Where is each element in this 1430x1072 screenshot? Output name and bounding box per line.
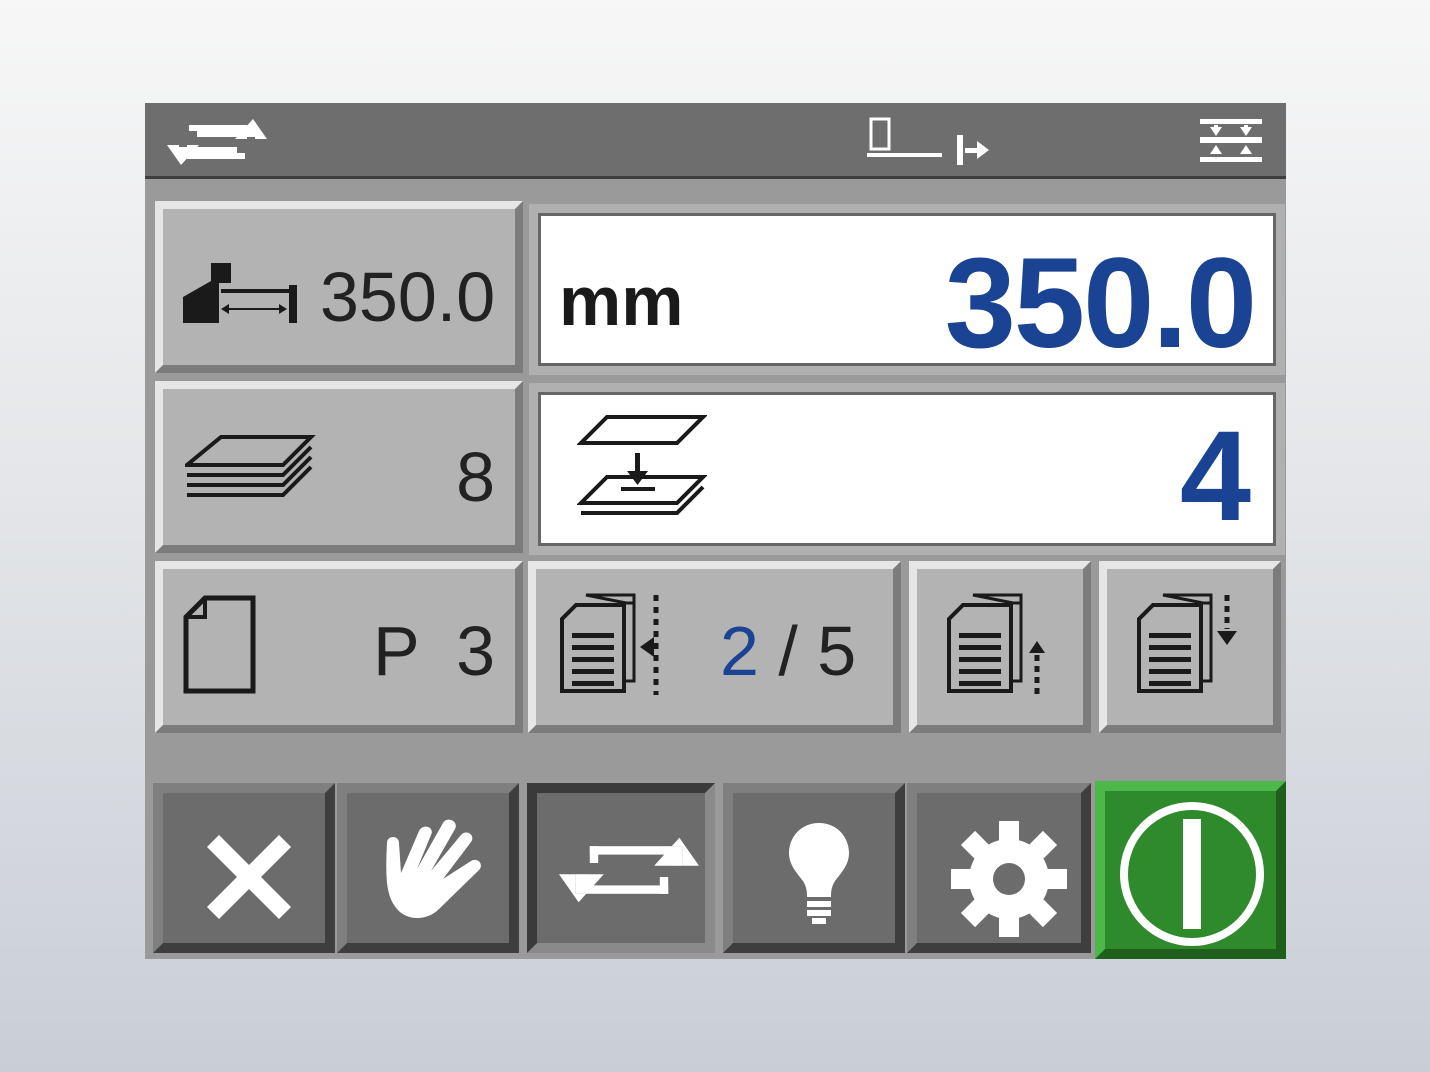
- settings-button[interactable]: [907, 783, 1091, 953]
- document-arrow-up-icon: [947, 593, 1067, 697]
- cycle-mode-button[interactable]: [527, 783, 715, 953]
- step-current: 2: [720, 612, 759, 690]
- gear-icon: [949, 821, 1069, 937]
- step-separator: /: [778, 612, 798, 690]
- sheet-transfer-icon: [577, 413, 707, 525]
- hand-icon: [373, 813, 497, 925]
- paper-stack-icon: [185, 431, 317, 507]
- sheet-count-display: 4: [529, 383, 1285, 555]
- backgauge-distance-icon: [181, 259, 303, 329]
- cancel-button[interactable]: [153, 783, 335, 953]
- measurement-value: 350.0: [944, 232, 1257, 375]
- unit-label: mm: [559, 262, 684, 340]
- program-prefix: P: [373, 612, 420, 690]
- close-icon: [207, 835, 291, 919]
- paper-edge-icon: [867, 117, 943, 161]
- program-number: 3: [456, 612, 495, 690]
- light-button[interactable]: [723, 783, 905, 953]
- step-down-key[interactable]: [1099, 561, 1281, 733]
- power-button[interactable]: [1095, 781, 1286, 959]
- measurement-display: mm 350.0: [529, 204, 1285, 375]
- power-icon: [1117, 799, 1267, 949]
- stack-count-key[interactable]: 8: [155, 381, 523, 553]
- step-total: 5: [817, 612, 857, 690]
- step-indicator: 2 / 5: [720, 611, 856, 691]
- step-key[interactable]: 2 / 5: [528, 561, 901, 733]
- program-key[interactable]: P 3: [155, 561, 523, 733]
- blank-page-icon: [183, 595, 259, 695]
- manual-mode-button[interactable]: [337, 783, 519, 953]
- cut-position-value: 350.0: [320, 258, 496, 336]
- press-beam-icon: [1200, 119, 1262, 163]
- cycle-icon: [167, 117, 267, 167]
- document-step-icon: [560, 593, 670, 697]
- light-bulb-icon: [787, 821, 851, 925]
- cycle-icon: [559, 835, 699, 905]
- cut-position-key[interactable]: 350.0: [155, 201, 523, 373]
- machine-control-panel: 350.0 mm 350.0 8 4 P 3 2 / 5: [145, 103, 1286, 959]
- step-up-key[interactable]: [909, 561, 1091, 733]
- sheet-count-value: 4: [1179, 405, 1251, 548]
- document-arrow-down-icon: [1137, 593, 1257, 697]
- status-bar: [145, 103, 1286, 179]
- push-forward-icon: [957, 135, 991, 165]
- stack-count-value: 8: [456, 438, 495, 516]
